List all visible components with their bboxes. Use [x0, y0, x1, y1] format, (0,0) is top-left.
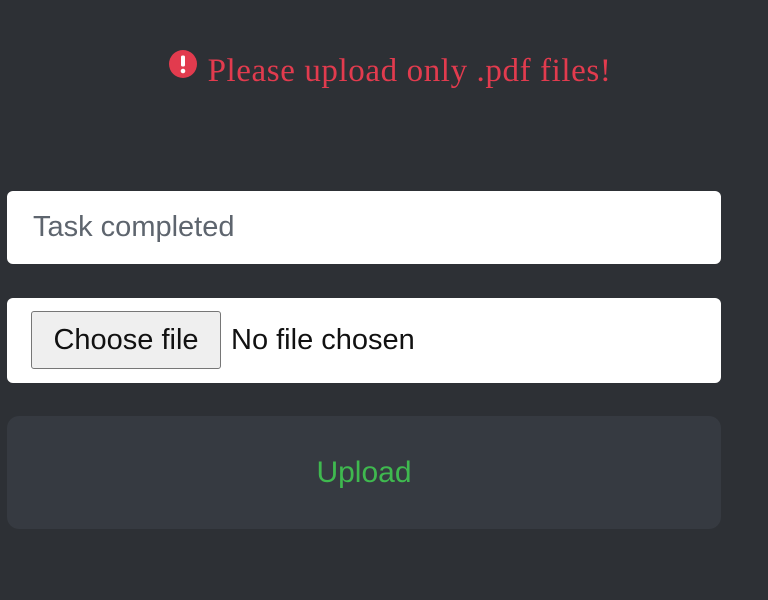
- upload-button[interactable]: Upload: [7, 416, 721, 529]
- task-status-input[interactable]: Task completed: [7, 191, 721, 264]
- file-input[interactable]: Choose file No file chosen: [7, 298, 721, 383]
- choose-file-button[interactable]: Choose file: [31, 311, 221, 369]
- error-alert: Please upload only .pdf files!: [0, 50, 768, 90]
- task-status-value: Task completed: [33, 211, 235, 243]
- exclamation-circle-icon: [168, 50, 197, 78]
- file-status-text: No file chosen: [231, 324, 415, 356]
- error-message: Please upload only .pdf files!: [207, 53, 612, 89]
